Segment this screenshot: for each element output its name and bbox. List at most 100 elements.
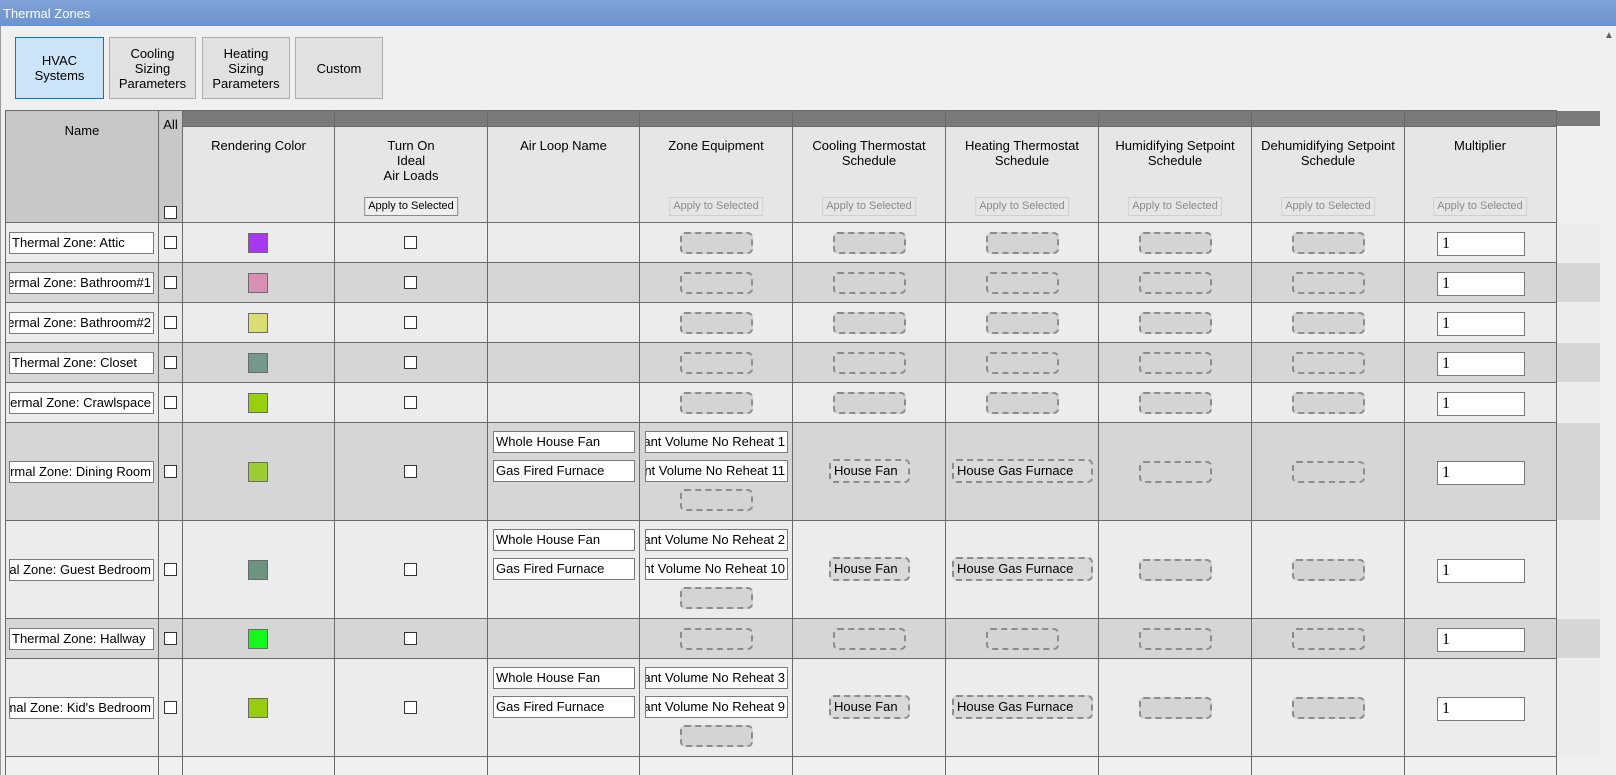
multiplier-field[interactable]: 1: [1437, 558, 1525, 583]
zone-equipment-field[interactable]: Constant Volume No Reheat 2: [645, 529, 788, 551]
rendering-color-swatch[interactable]: [248, 272, 268, 293]
multiplier-field[interactable]: 1: [1437, 391, 1525, 416]
humidifying-setpoint-drop-zone[interactable]: [1139, 231, 1212, 254]
tab-heating-sizing[interactable]: Heating Sizing Parameters: [202, 37, 290, 99]
select-all-checkbox[interactable]: [164, 206, 177, 219]
dehumidifying-setpoint-drop-zone[interactable]: [1292, 351, 1365, 374]
cooling-thermostat-drop-zone[interactable]: [833, 391, 906, 414]
humidifying-setpoint-drop-zone[interactable]: [1139, 311, 1212, 334]
multiplier-field[interactable]: 1: [1437, 460, 1525, 485]
heating-thermostat-drop-zone[interactable]: [986, 351, 1059, 374]
multiplier-field[interactable]: 1: [1437, 351, 1525, 376]
row-select-checkbox[interactable]: [164, 395, 177, 409]
heating-thermostat-schedule[interactable]: House Gas Furnace: [952, 695, 1093, 719]
humidifying-setpoint-drop-zone[interactable]: [1139, 460, 1212, 483]
scrollbar-track[interactable]: [1601, 48, 1616, 775]
apply-to-selected-button-humidifying[interactable]: Apply to Selected: [1128, 197, 1222, 216]
scroll-up-arrow-icon[interactable]: ▲: [1604, 30, 1614, 41]
cooling-thermostat-drop-zone[interactable]: [833, 231, 906, 254]
apply-to-selected-button-heating[interactable]: Apply to Selected: [975, 197, 1069, 216]
humidifying-setpoint-drop-zone[interactable]: [1139, 271, 1212, 294]
zone-equipment-drop-zone[interactable]: [680, 231, 753, 254]
humidifying-setpoint-drop-zone[interactable]: [1139, 391, 1212, 414]
dehumidifying-setpoint-drop-zone[interactable]: [1292, 271, 1365, 294]
tab-hvac-systems[interactable]: HVAC Systems: [15, 37, 104, 99]
row-select-checkbox[interactable]: [164, 235, 177, 249]
ideal-air-loads-checkbox[interactable]: [404, 631, 417, 645]
ideal-air-loads-checkbox[interactable]: [404, 275, 417, 289]
zone-name-field[interactable]: Thermal Zone: Bathroom#2: [9, 311, 154, 334]
rendering-color-swatch[interactable]: [248, 559, 268, 580]
row-select-checkbox[interactable]: [164, 562, 177, 576]
rendering-color-swatch[interactable]: [248, 392, 268, 413]
cooling-thermostat-schedule[interactable]: House Fan: [829, 695, 910, 719]
zone-equipment-field[interactable]: Constant Volume No Reheat 10: [645, 558, 788, 580]
dehumidifying-setpoint-drop-zone[interactable]: [1292, 558, 1365, 581]
zone-equipment-drop-zone[interactable]: [680, 391, 753, 414]
humidifying-setpoint-drop-zone[interactable]: [1139, 351, 1212, 374]
ideal-air-loads-checkbox[interactable]: [404, 355, 417, 369]
row-select-checkbox[interactable]: [164, 315, 177, 329]
air-loop-name-field[interactable]: Whole House Fan: [493, 529, 635, 551]
zone-equipment-drop-zone[interactable]: [680, 587, 753, 609]
zone-equipment-drop-zone[interactable]: [680, 489, 753, 511]
row-select-checkbox[interactable]: [164, 631, 177, 645]
heating-thermostat-drop-zone[interactable]: [986, 271, 1059, 294]
heating-thermostat-drop-zone[interactable]: [986, 627, 1059, 650]
zone-name-field[interactable]: Thermal Zone: Closet: [9, 351, 154, 374]
humidifying-setpoint-drop-zone[interactable]: [1139, 558, 1212, 581]
rendering-color-swatch[interactable]: [248, 312, 268, 333]
multiplier-field[interactable]: 1: [1437, 231, 1525, 256]
ideal-air-loads-checkbox[interactable]: [404, 395, 417, 409]
cooling-thermostat-drop-zone[interactable]: [833, 311, 906, 334]
dehumidifying-setpoint-drop-zone[interactable]: [1292, 460, 1365, 483]
row-select-checkbox[interactable]: [164, 464, 177, 478]
air-loop-name-field[interactable]: Gas Fired Furnace: [493, 460, 635, 482]
dehumidifying-setpoint-drop-zone[interactable]: [1292, 391, 1365, 414]
multiplier-field[interactable]: 1: [1437, 271, 1525, 296]
zone-equipment-drop-zone[interactable]: [680, 271, 753, 294]
zone-equipment-drop-zone[interactable]: [680, 627, 753, 650]
heating-thermostat-drop-zone[interactable]: [986, 391, 1059, 414]
cooling-thermostat-drop-zone[interactable]: [833, 271, 906, 294]
humidifying-setpoint-drop-zone[interactable]: [1139, 627, 1212, 650]
rendering-color-swatch[interactable]: [248, 628, 268, 649]
zone-equipment-field[interactable]: Constant Volume No Reheat 3: [645, 667, 788, 689]
air-loop-name-field[interactable]: Gas Fired Furnace: [493, 558, 635, 580]
apply-to-selected-button-ideal[interactable]: Apply to Selected: [364, 197, 458, 216]
multiplier-field[interactable]: 1: [1437, 627, 1525, 652]
multiplier-field[interactable]: 1: [1437, 311, 1525, 336]
dehumidifying-setpoint-drop-zone[interactable]: [1292, 311, 1365, 334]
zone-name-field[interactable]: Thermal Zone: Crawlspace: [9, 391, 154, 414]
air-loop-name-field[interactable]: Whole House Fan: [493, 667, 635, 689]
zone-equipment-field[interactable]: Constant Volume No Reheat 1: [645, 431, 788, 453]
heating-thermostat-drop-zone[interactable]: [986, 231, 1059, 254]
heating-thermostat-drop-zone[interactable]: [986, 311, 1059, 334]
apply-to-selected-button-dehumidifying[interactable]: Apply to Selected: [1281, 197, 1375, 216]
zone-name-field[interactable]: Thermal Zone: Kid's Bedroom: [9, 696, 154, 719]
zone-name-field[interactable]: Thermal Zone: Dining Room: [9, 460, 154, 483]
rendering-color-swatch[interactable]: [248, 697, 268, 718]
dehumidifying-setpoint-drop-zone[interactable]: [1292, 696, 1365, 719]
multiplier-field[interactable]: 1: [1437, 696, 1525, 721]
dehumidifying-setpoint-drop-zone[interactable]: [1292, 231, 1365, 254]
zone-name-field[interactable]: Thermal Zone: Attic: [9, 231, 154, 254]
zone-equipment-drop-zone[interactable]: [680, 725, 753, 747]
heating-thermostat-schedule[interactable]: House Gas Furnace: [952, 557, 1093, 581]
row-select-checkbox[interactable]: [164, 355, 177, 369]
zone-equipment-drop-zone[interactable]: [680, 311, 753, 334]
ideal-air-loads-checkbox[interactable]: [404, 700, 417, 714]
ideal-air-loads-checkbox[interactable]: [404, 315, 417, 329]
cooling-thermostat-schedule[interactable]: House Fan: [829, 557, 910, 581]
rendering-color-swatch[interactable]: [248, 232, 268, 253]
air-loop-name-field[interactable]: Gas Fired Furnace: [493, 696, 635, 718]
zone-equipment-drop-zone[interactable]: [680, 351, 753, 374]
row-select-checkbox[interactable]: [164, 700, 177, 714]
apply-to-selected-button-multiplier[interactable]: Apply to Selected: [1433, 197, 1527, 216]
row-select-checkbox[interactable]: [164, 275, 177, 289]
cooling-thermostat-drop-zone[interactable]: [833, 627, 906, 650]
rendering-color-swatch[interactable]: [248, 461, 268, 482]
zone-equipment-field[interactable]: Constant Volume No Reheat 9: [645, 696, 788, 718]
cooling-thermostat-schedule[interactable]: House Fan: [829, 459, 910, 483]
vertical-scrollbar[interactable]: ▲: [1600, 26, 1616, 775]
